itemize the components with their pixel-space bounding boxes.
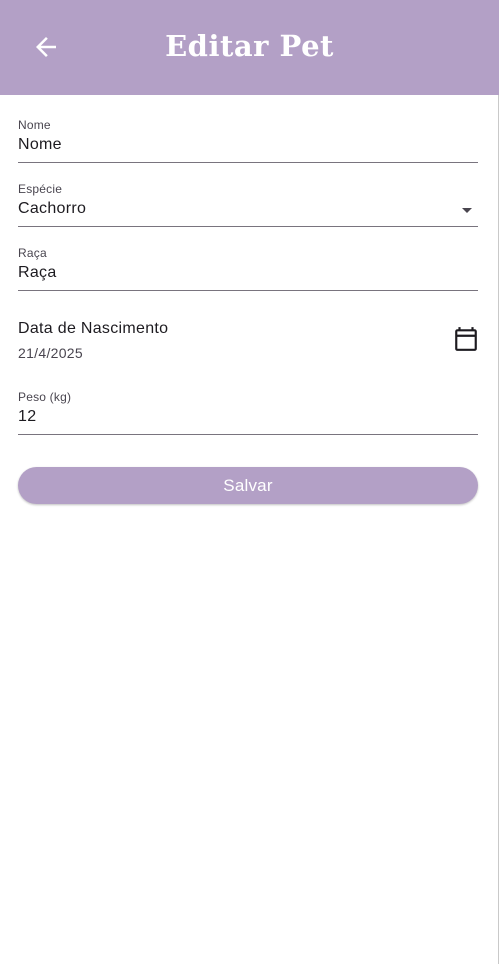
breed-field[interactable]: Raça Raça bbox=[18, 245, 478, 291]
name-field-label: Nome bbox=[18, 118, 51, 132]
page-title: Editar Pet bbox=[165, 29, 334, 63]
calendar-icon bbox=[455, 327, 477, 351]
weight-field-label: Peso (kg) bbox=[18, 390, 72, 404]
species-dropdown-value: Cachorro bbox=[18, 200, 87, 217]
species-dropdown[interactable]: Espécie Cachorro bbox=[18, 181, 478, 227]
breed-field-value: Raça bbox=[18, 264, 57, 281]
birth-date-field[interactable]: Data de Nascimento 21/4/2025 bbox=[18, 319, 478, 369]
breed-field-label: Raça bbox=[18, 246, 47, 260]
weight-field[interactable]: Peso (kg) 12 bbox=[18, 389, 478, 435]
save-button[interactable]: Salvar bbox=[18, 467, 478, 504]
edit-pet-screen: Editar Pet Nome Nome Espécie Cachorro Ra… bbox=[0, 0, 499, 964]
birth-date-value: 21/4/2025 bbox=[18, 345, 83, 361]
app-bar: Editar Pet bbox=[0, 0, 499, 95]
birth-date-label: Data de Nascimento bbox=[18, 320, 169, 337]
name-field[interactable]: Nome Nome bbox=[18, 117, 478, 163]
dropdown-arrow-icon bbox=[462, 208, 472, 213]
calendar-button[interactable] bbox=[452, 325, 480, 353]
weight-field-value: 12 bbox=[18, 408, 37, 425]
species-dropdown-label: Espécie bbox=[18, 182, 63, 196]
name-field-value: Nome bbox=[18, 136, 62, 153]
